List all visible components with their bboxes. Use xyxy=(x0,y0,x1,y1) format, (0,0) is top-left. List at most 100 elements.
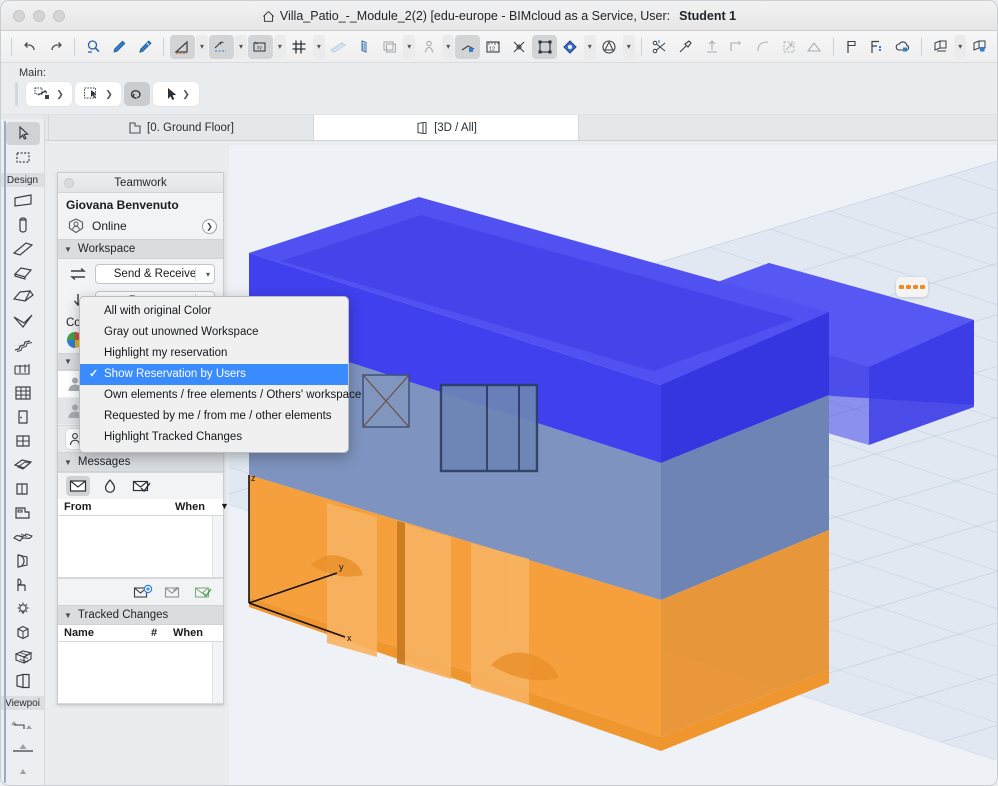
tool-furniture[interactable] xyxy=(6,573,40,596)
tab-3d-all[interactable]: [3D / All] xyxy=(314,115,579,140)
magnetic-guide-icon[interactable] xyxy=(352,35,377,59)
messages-table-body[interactable] xyxy=(58,516,223,578)
close-icon[interactable] xyxy=(64,178,74,188)
tool-roof[interactable] xyxy=(6,286,40,309)
teamwork-palette-icon[interactable] xyxy=(928,35,953,59)
mail-add-icon[interactable] xyxy=(131,582,155,602)
redo-icon[interactable] xyxy=(44,35,69,59)
renovation-filter-icon[interactable] xyxy=(558,35,583,59)
main-icon-toolbar[interactable]: ▾ ▾ xy ▾ ▾ ▾ ▾ 12 xyxy=(1,31,997,63)
hotspot-icon[interactable] xyxy=(507,35,532,59)
chevron-down-icon[interactable]: ▼ xyxy=(64,458,72,467)
chain-select-tool-button[interactable]: ❯ xyxy=(26,82,72,106)
menu-item-requested-by-me[interactable]: Requested by me / from me / other elemen… xyxy=(80,406,348,427)
tool-door[interactable] xyxy=(6,406,40,429)
chevron-down-icon[interactable]: ▾ xyxy=(623,35,635,59)
messages-col-when[interactable]: When ▼ xyxy=(163,501,223,513)
chevron-down-icon[interactable]: ▾ xyxy=(442,35,454,59)
tracked-changes-section-header[interactable]: ▼ Tracked Changes xyxy=(58,605,223,625)
chevron-down-icon[interactable]: ▼ xyxy=(64,357,72,366)
tool-morph[interactable] xyxy=(6,621,40,644)
tool-railing[interactable] xyxy=(6,358,40,381)
chevron-down-icon[interactable]: ▼ xyxy=(64,245,72,254)
teamwork-reserve-icon[interactable] xyxy=(967,35,992,59)
solid-element-icon[interactable] xyxy=(802,35,827,59)
3d-viewport[interactable]: z y x xyxy=(229,145,997,785)
tool-curtain-wall[interactable] xyxy=(6,382,40,405)
send-receive-button[interactable]: Send & Receive ▾ xyxy=(95,264,215,284)
guide-lines-icon[interactable] xyxy=(326,35,351,59)
tool-elevation[interactable] xyxy=(6,737,40,760)
chevron-down-icon[interactable]: ▾ xyxy=(954,35,966,59)
label-icon[interactable]: xy xyxy=(248,35,273,59)
tool-shell[interactable] xyxy=(6,310,40,333)
toolbox-palette[interactable]: Design xyxy=(1,119,45,785)
zoom-find-icon[interactable] xyxy=(81,35,106,59)
mail-check-icon[interactable] xyxy=(191,582,215,602)
tool-column[interactable] xyxy=(6,214,40,237)
menu-item-highlight-tracked-changes[interactable]: Highlight Tracked Changes xyxy=(80,427,348,448)
menu-item-show-reservation-by-users[interactable]: ✓ Show Reservation by Users xyxy=(80,364,348,385)
cut-scissors-icon[interactable] xyxy=(648,35,673,59)
grid-snap-icon[interactable] xyxy=(287,35,312,59)
chevron-down-icon[interactable]: ▼ xyxy=(64,611,72,620)
palette-dash-icon[interactable] xyxy=(906,285,911,289)
palette-dash-icon[interactable] xyxy=(920,285,925,289)
menu-item-all-original-color[interactable]: All with original Color xyxy=(80,301,348,322)
toolbar-drag-handle[interactable] xyxy=(15,82,18,106)
issue-organizer-icon[interactable] xyxy=(865,35,890,59)
tool-opening[interactable] xyxy=(6,669,40,692)
tool-window[interactable] xyxy=(6,430,40,453)
building-model[interactable]: z y x xyxy=(229,145,997,785)
main-strip-buttons[interactable]: ❯ ❯ ❯ xyxy=(15,82,997,106)
tool-structural-grid[interactable] xyxy=(6,645,40,668)
messages-col-from[interactable]: From xyxy=(58,501,163,513)
palette-dash-icon[interactable] xyxy=(913,285,918,289)
view-tab-bar[interactable]: [0. Ground Floor] [3D / All] xyxy=(1,115,997,141)
request-hand-icon[interactable] xyxy=(98,476,122,496)
reservation-display-menu[interactable]: All with original Color Gray out unowned… xyxy=(79,296,349,453)
tool-beam[interactable] xyxy=(6,238,40,261)
chevron-right-icon[interactable]: ❯ xyxy=(182,89,190,100)
menu-item-own-free-others[interactable]: Own elements / free elements / Others' w… xyxy=(80,385,348,406)
tool-zone[interactable] xyxy=(6,549,40,572)
tab-ground-floor[interactable]: [0. Ground Floor] xyxy=(49,115,314,140)
curve-edit-icon[interactable] xyxy=(751,35,776,59)
person-scale-icon[interactable] xyxy=(416,35,441,59)
tool-stair[interactable] xyxy=(6,334,40,357)
menu-item-highlight-my-reservation[interactable]: Highlight my reservation xyxy=(80,343,348,364)
chevron-right-icon[interactable]: ❯ xyxy=(56,89,64,100)
chevron-right-icon[interactable]: ❯ xyxy=(105,89,113,100)
messages-section-header[interactable]: ▼ Messages xyxy=(58,452,223,472)
chevron-down-icon[interactable]: ▾ xyxy=(274,35,286,59)
measure-tool-icon[interactable] xyxy=(170,35,195,59)
chevron-down-icon[interactable]: ▾ xyxy=(584,35,596,59)
tool-interior-elevation[interactable] xyxy=(6,761,40,784)
eyedropper-pickup-icon[interactable] xyxy=(107,35,132,59)
dimension-icon[interactable] xyxy=(209,35,234,59)
syringe-inject-icon[interactable] xyxy=(133,35,158,59)
tracked-changes-table-body[interactable] xyxy=(58,642,223,704)
3d-model-edit-icon[interactable] xyxy=(455,35,480,59)
layers-icon[interactable] xyxy=(377,35,402,59)
tracked-changes-table-header[interactable]: Name # When xyxy=(58,625,223,642)
tracked-col-count[interactable]: # xyxy=(145,627,167,639)
chevron-right-icon[interactable]: ❯ xyxy=(202,219,217,234)
tool-marquee[interactable] xyxy=(6,146,40,169)
offset-icon[interactable] xyxy=(725,35,750,59)
messages-footer-toolstrip[interactable] xyxy=(58,578,223,605)
mark-up-flag-icon[interactable] xyxy=(839,35,864,59)
messages-toolstrip[interactable] xyxy=(58,472,223,499)
tool-mesh[interactable] xyxy=(6,525,40,548)
design-option-icon[interactable] xyxy=(597,35,622,59)
tool-arrow[interactable] xyxy=(6,122,40,145)
cloud-collaborate-icon[interactable] xyxy=(891,35,916,59)
mail-reply-icon[interactable] xyxy=(161,582,185,602)
tracked-col-when[interactable]: When xyxy=(167,627,223,639)
tracked-col-name[interactable]: Name xyxy=(58,627,145,639)
tool-object[interactable] xyxy=(6,501,40,524)
marquee-tool-button[interactable]: ❯ xyxy=(75,82,121,106)
messages-table-header[interactable]: From When ▼ xyxy=(58,499,223,516)
workspace-section-header[interactable]: ▼ Workspace xyxy=(58,239,223,259)
chevron-down-icon[interactable]: ▾ xyxy=(206,270,210,279)
